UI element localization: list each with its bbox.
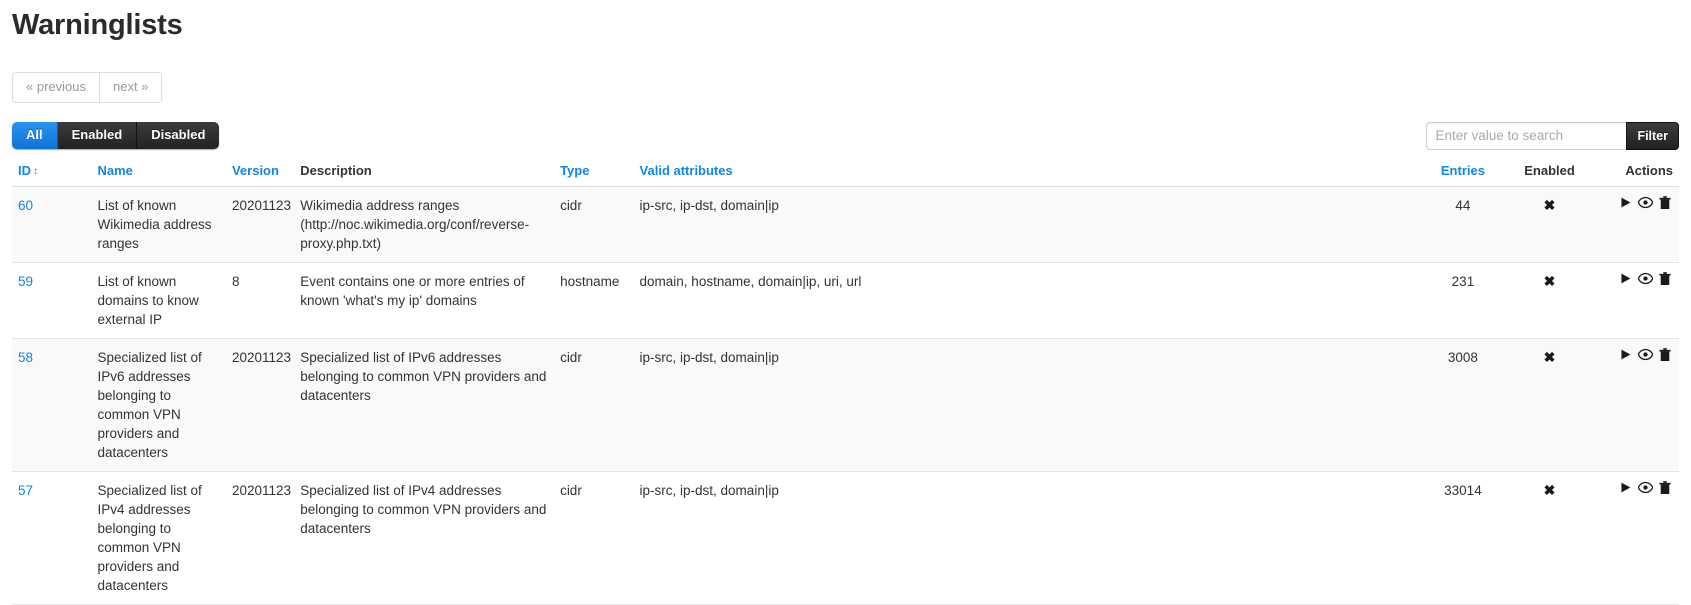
cell-entries: 44 xyxy=(1418,186,1508,262)
cell-name: Specialized list of IPv4 addresses belon… xyxy=(91,471,226,604)
cell-actions xyxy=(1591,338,1679,471)
cell-id: 60 xyxy=(12,186,91,262)
pagination-container: « previous next » xyxy=(12,72,1679,102)
trash-icon[interactable] xyxy=(1659,481,1671,495)
disabled-x-icon: ✖ xyxy=(1544,481,1556,500)
cell-actions xyxy=(1591,262,1679,338)
pagination: « previous next » xyxy=(12,72,162,103)
play-icon[interactable] xyxy=(1619,348,1632,361)
cell-valid-attributes: ip-src, ip-dst, domain|ip xyxy=(634,186,1419,262)
cell-entries: 231 xyxy=(1418,262,1508,338)
table-row: 58 Specialized list of IPv6 addresses bel… xyxy=(12,338,1679,471)
table-row: 60 List of known Wikimedia address ranges… xyxy=(12,186,1679,262)
disabled-x-icon: ✖ xyxy=(1544,272,1556,291)
eye-icon[interactable] xyxy=(1638,272,1653,285)
cell-id: 57 xyxy=(12,471,91,604)
column-header-valid-attributes[interactable]: Valid attributes xyxy=(634,161,1419,187)
pagination-previous[interactable]: « previous xyxy=(13,73,100,102)
cell-enabled: ✖ xyxy=(1508,186,1592,262)
cell-enabled: ✖ xyxy=(1508,262,1592,338)
cell-description: Wikimedia address ranges (http://noc.wik… xyxy=(294,186,554,262)
eye-icon[interactable] xyxy=(1638,348,1653,361)
cell-name: List of known Wikimedia address ranges xyxy=(91,186,226,262)
cell-entries: 33014 xyxy=(1418,471,1508,604)
cell-type: hostname xyxy=(554,262,633,338)
row-actions xyxy=(1597,348,1673,362)
row-actions xyxy=(1597,196,1673,210)
cell-enabled: ✖ xyxy=(1508,338,1592,471)
disabled-x-icon: ✖ xyxy=(1544,348,1556,367)
table-body: 60 List of known Wikimedia address ranges… xyxy=(12,186,1679,604)
warninglist-id-link[interactable]: 57 xyxy=(18,483,33,498)
column-header-description: Description xyxy=(294,161,554,187)
column-header-actions: Actions xyxy=(1591,161,1679,187)
cell-version: 20201123 xyxy=(226,338,294,471)
pagination-next[interactable]: next » xyxy=(100,73,161,102)
warninglists-page: Warninglists « previous next » All Enabl… xyxy=(0,10,1691,605)
cell-name: Specialized list of IPv6 addresses belon… xyxy=(91,338,226,471)
eye-icon[interactable] xyxy=(1638,481,1653,494)
play-icon[interactable] xyxy=(1619,272,1632,285)
warninglist-id-link[interactable]: 58 xyxy=(18,350,33,365)
cell-id: 58 xyxy=(12,338,91,471)
play-icon[interactable] xyxy=(1619,481,1632,494)
cell-valid-attributes: ip-src, ip-dst, domain|ip xyxy=(634,471,1419,604)
trash-icon[interactable] xyxy=(1659,348,1671,362)
filter-disabled-button[interactable]: Disabled xyxy=(137,122,219,149)
cell-valid-attributes: ip-src, ip-dst, domain|ip xyxy=(634,338,1419,471)
cell-actions xyxy=(1591,186,1679,262)
disabled-x-icon: ✖ xyxy=(1544,196,1556,215)
column-header-name[interactable]: Name xyxy=(91,161,226,187)
filter-enabled-button[interactable]: Enabled xyxy=(58,122,138,149)
filter-submit-button[interactable]: Filter xyxy=(1626,122,1679,150)
table-row: 59 List of known domains to know external… xyxy=(12,262,1679,338)
cell-name: List of known domains to know external I… xyxy=(91,262,226,338)
eye-icon[interactable] xyxy=(1638,196,1653,209)
column-header-id[interactable]: ID↕ xyxy=(12,161,91,187)
cell-description: Specialized list of IPv4 addresses belon… xyxy=(294,471,554,604)
cell-version: 8 xyxy=(226,262,294,338)
cell-version: 20201123 xyxy=(226,186,294,262)
column-header-enabled: Enabled xyxy=(1508,161,1592,187)
table-row: 57 Specialized list of IPv4 addresses bel… xyxy=(12,471,1679,604)
trash-icon[interactable] xyxy=(1659,196,1671,210)
cell-version: 20201123 xyxy=(226,471,294,604)
warninglists-table: ID↕ Name Version Description Type Valid … xyxy=(12,161,1679,605)
row-actions xyxy=(1597,272,1673,286)
table-header-row: ID↕ Name Version Description Type Valid … xyxy=(12,161,1679,187)
column-header-entries[interactable]: Entries xyxy=(1418,161,1508,187)
trash-icon[interactable] xyxy=(1659,272,1671,286)
column-header-type[interactable]: Type xyxy=(554,161,633,187)
cell-type: cidr xyxy=(554,338,633,471)
cell-actions xyxy=(1591,471,1679,604)
sort-ascending-icon: ↕ xyxy=(33,166,38,177)
column-header-id-label: ID xyxy=(18,163,31,178)
cell-description: Specialized list of IPv6 addresses belon… xyxy=(294,338,554,471)
warninglist-id-link[interactable]: 60 xyxy=(18,198,33,213)
cell-type: cidr xyxy=(554,471,633,604)
row-actions xyxy=(1597,481,1673,495)
cell-id: 59 xyxy=(12,262,91,338)
warninglist-id-link[interactable]: 59 xyxy=(18,274,33,289)
toolbar: All Enabled Disabled Filter xyxy=(12,122,1679,154)
filter-all-button[interactable]: All xyxy=(12,122,58,149)
cell-enabled: ✖ xyxy=(1508,471,1592,604)
cell-description: Event contains one or more entries of kn… xyxy=(294,262,554,338)
cell-valid-attributes: domain, hostname, domain|ip, uri, url xyxy=(634,262,1419,338)
column-header-version[interactable]: Version xyxy=(226,161,294,187)
cell-type: cidr xyxy=(554,186,633,262)
status-filter-group: All Enabled Disabled xyxy=(12,122,219,149)
play-icon[interactable] xyxy=(1619,196,1632,209)
search-group: Filter xyxy=(1426,122,1679,150)
search-input[interactable] xyxy=(1426,122,1626,150)
cell-entries: 3008 xyxy=(1418,338,1508,471)
page-title: Warninglists xyxy=(12,10,1679,42)
